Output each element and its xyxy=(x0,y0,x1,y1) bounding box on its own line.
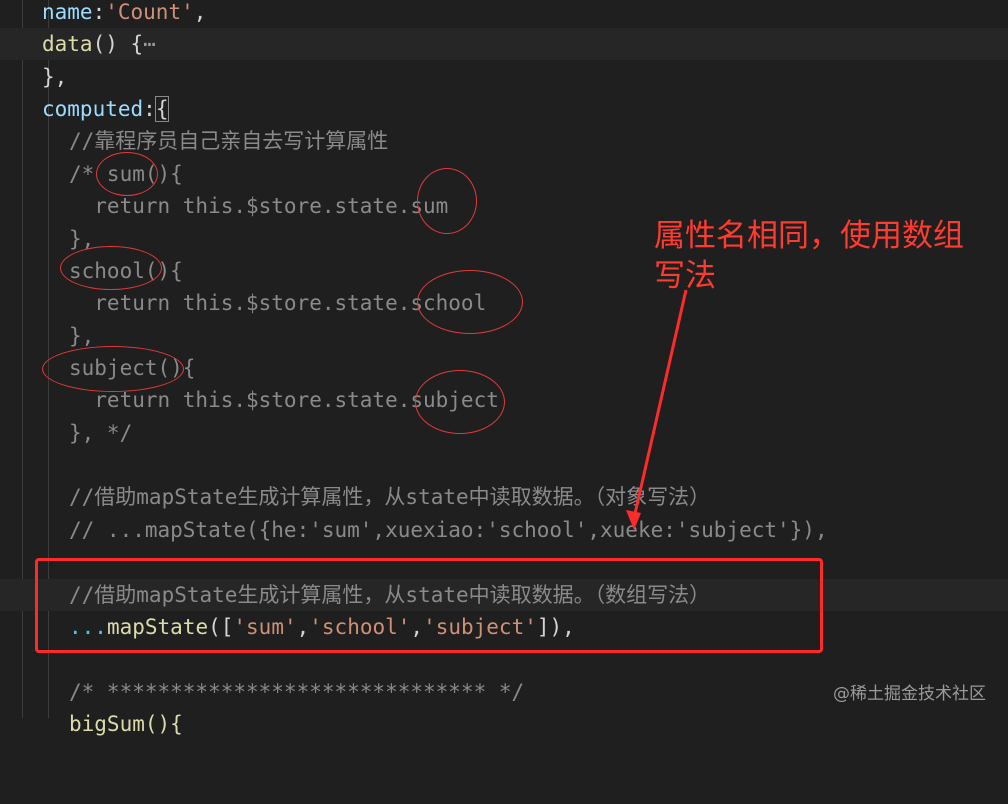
code-line: //靠程序员自己亲自去写计算属性 xyxy=(0,125,1008,157)
annotation-line: 写法 xyxy=(654,258,716,294)
code-line: name:'Count', xyxy=(0,0,1008,28)
code-line: bigSum(){ xyxy=(0,708,1008,740)
code-line: subject(){ xyxy=(0,352,1008,384)
punctuation: : xyxy=(92,0,106,24)
matched-brace: { xyxy=(154,96,170,122)
code-editor[interactable]: name:'Count', data() {⋯ }, computed:{ //… xyxy=(0,0,1008,736)
fold-ellipsis-icon[interactable]: ⋯ xyxy=(143,32,156,56)
code-line: /* sum(){ xyxy=(0,158,1008,190)
code-line: }, */ xyxy=(0,417,1008,449)
comment: //靠程序员自己亲自去写计算属性 xyxy=(69,129,389,153)
comment: //借助mapState生成计算属性，从state中读取数据。（对象写法） xyxy=(69,485,711,509)
string-value: 'Count' xyxy=(105,0,194,24)
comment: }, xyxy=(69,227,95,251)
code-line: // ...mapState({he:'sum',xuexiao:'school… xyxy=(0,514,1008,546)
punctuation: , xyxy=(193,0,207,24)
property-name: name xyxy=(42,0,93,24)
comment: }, */ xyxy=(69,421,133,445)
comment: /* sum(){ xyxy=(69,162,183,186)
code-line: data() {⋯ xyxy=(0,28,1008,60)
comment: school(){ xyxy=(69,259,183,283)
highlight-box xyxy=(35,558,823,653)
code-line: return this.$store.state.subject xyxy=(0,384,1008,416)
function-name: data xyxy=(42,32,93,56)
code-line: //借助mapState生成计算属性，从state中读取数据。（对象写法） xyxy=(0,481,1008,513)
comment: // ...mapState({he:'sum',xuexiao:'school… xyxy=(69,518,828,542)
comment: return this.$store.state.sum xyxy=(69,194,449,218)
watermark: @稀土掘金技术社区 xyxy=(833,684,986,704)
annotation-line: 属性名相同，使用数组 xyxy=(654,218,964,254)
code-line: }, xyxy=(0,320,1008,352)
comment: subject(){ xyxy=(69,356,196,380)
comment: }, xyxy=(69,324,95,348)
function-name: bigSum(){ xyxy=(69,712,183,736)
code-line: }, xyxy=(42,65,68,89)
comment: /* ****************************** */ xyxy=(69,680,525,704)
punctuation: () { xyxy=(92,32,144,56)
annotation-text: 属性名相同，使用数组 写法 xyxy=(654,216,964,296)
code-line: computed:{ xyxy=(42,96,170,122)
property-name: computed xyxy=(42,97,144,121)
comment: return this.$store.state.school xyxy=(69,291,487,315)
comment: return this.$store.state.subject xyxy=(69,388,499,412)
